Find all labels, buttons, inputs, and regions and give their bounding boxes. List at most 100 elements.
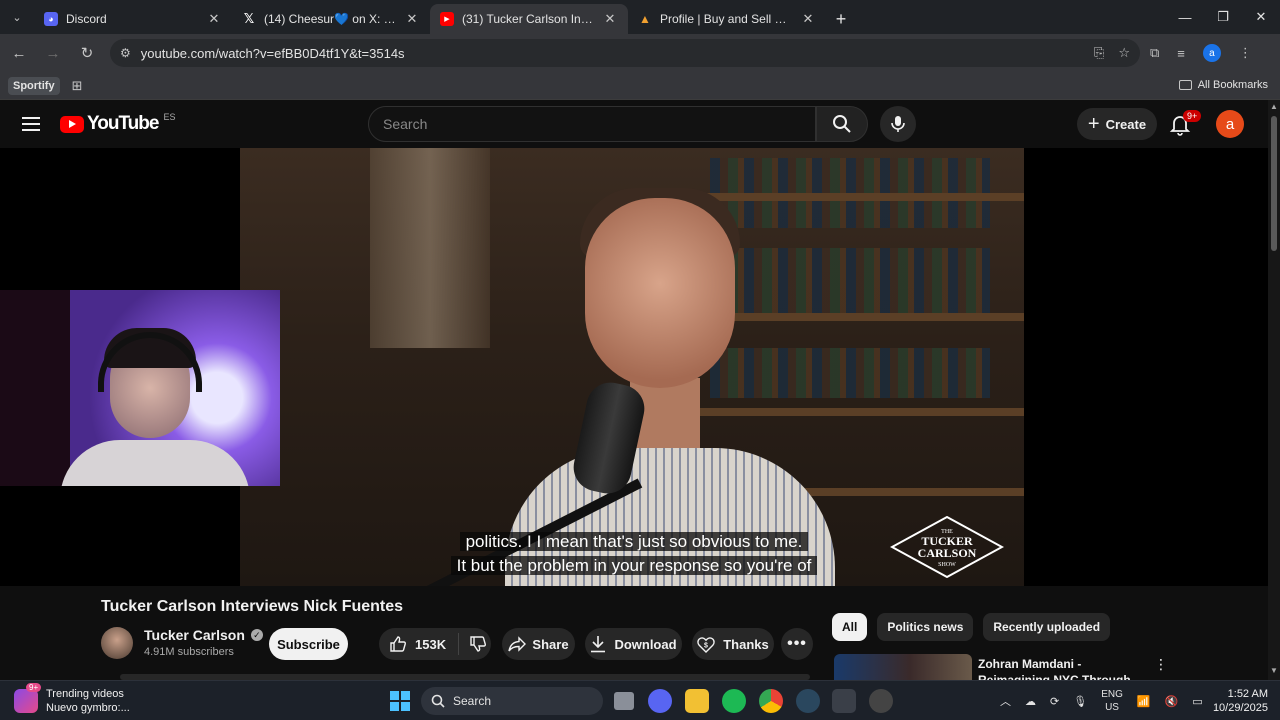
overwolf-icon[interactable]	[869, 689, 893, 713]
page-scrollbar[interactable]: ▲ ▼	[1268, 100, 1280, 680]
search-icon	[431, 694, 445, 708]
close-tab-icon[interactable]: ✕	[404, 11, 420, 27]
like-button[interactable]: 153K	[379, 633, 460, 655]
discord-taskbar-icon[interactable]	[648, 689, 672, 713]
channel-name-label: Tucker Carlson	[144, 627, 245, 643]
subscriber-count: 4.91M subscribers	[144, 646, 234, 658]
input-language[interactable]: ENG US	[1101, 688, 1123, 714]
create-label: Create	[1105, 116, 1147, 132]
all-bookmarks-button[interactable]: All Bookmarks	[1178, 79, 1268, 91]
chip-recently-uploaded[interactable]: Recently uploaded	[983, 613, 1111, 641]
close-window-icon[interactable]: ✕	[1242, 0, 1280, 34]
battery-icon[interactable]: ▭	[1192, 695, 1202, 708]
forward-arrow-icon[interactable]: →	[38, 38, 68, 68]
site-info-icon[interactable]: ⚙	[120, 46, 131, 60]
task-view-icon[interactable]	[614, 692, 634, 710]
media-control-icon[interactable]: ≡	[1177, 46, 1185, 61]
download-button[interactable]: Download	[585, 628, 682, 660]
new-tab-button[interactable]: +	[826, 4, 856, 34]
url-text[interactable]: youtube.com/watch?v=efBB0D4tf1Y&t=3514s	[141, 46, 1080, 61]
tab-title: (14) Cheesur💙 on X: "@ItsCitr	[264, 12, 396, 26]
download-label: Download	[614, 636, 677, 652]
chip-all[interactable]: All	[832, 613, 868, 641]
chip-politics-news[interactable]: Politics news	[877, 613, 974, 641]
minimize-icon[interactable]: —	[1166, 0, 1204, 34]
clock-time: 1:52 AM	[1227, 688, 1268, 700]
tab-search-chevron-icon[interactable]: ⌄	[0, 0, 34, 34]
restore-icon[interactable]: ❐	[1204, 0, 1242, 34]
heart-dollar-icon: $	[697, 636, 715, 653]
recommendation-menu-icon[interactable]: ⋮	[1154, 656, 1168, 673]
tab-x[interactable]: 𝕏 (14) Cheesur💙 on X: "@ItsCitr ✕	[232, 4, 430, 34]
streamer-webcam-overlay	[0, 290, 280, 486]
apps-grid-icon[interactable]: ⊞	[72, 78, 83, 94]
chrome-icon[interactable]	[759, 689, 783, 713]
address-bar[interactable]: ⚙ youtube.com/watch?v=efBB0D4tf1Y&t=3514…	[110, 39, 1140, 67]
wifi-icon[interactable]: 📶	[1137, 695, 1151, 708]
all-bookmarks-label: All Bookmarks	[1197, 79, 1268, 91]
recommendation-chips: All Politics news Recently uploaded	[832, 613, 1111, 641]
recommendation-thumbnail[interactable]	[834, 654, 972, 680]
game-launcher-icon[interactable]	[832, 689, 856, 713]
browser-menu-icon[interactable]: ⋮	[1239, 45, 1252, 61]
widgets-icon: 9+	[14, 683, 42, 713]
account-avatar[interactable]: a	[1216, 110, 1244, 138]
tab-youtube[interactable]: ▶ (31) Tucker Carlson Interviews N ✕	[430, 4, 628, 34]
windows-start-icon[interactable]	[390, 691, 410, 711]
extensions-icon[interactable]: ⧉	[1150, 45, 1159, 61]
scrollbar-thumb[interactable]	[1271, 116, 1277, 251]
profile-avatar[interactable]: a	[1202, 44, 1221, 62]
search-button[interactable]	[816, 106, 868, 142]
close-tab-icon[interactable]: ✕	[800, 11, 816, 27]
tray-expand-chevron-icon[interactable]: ︿	[1000, 693, 1011, 709]
thanks-label: Thanks	[723, 636, 769, 652]
close-tab-icon[interactable]: ✕	[206, 11, 222, 27]
file-explorer-icon[interactable]	[685, 689, 709, 713]
more-actions-button[interactable]: •••	[781, 628, 813, 660]
channel-name[interactable]: Tucker Carlson ✓	[144, 627, 263, 643]
bookmark-star-icon[interactable]: ☆	[1118, 45, 1130, 61]
channel-avatar[interactable]	[101, 627, 133, 659]
scroll-up-arrow-icon[interactable]: ▲	[1270, 102, 1278, 111]
volume-muted-icon[interactable]: 🔇	[1165, 695, 1179, 708]
search-input[interactable]: Search	[368, 106, 816, 142]
verified-check-icon: ✓	[250, 629, 263, 641]
scroll-down-arrow-icon[interactable]: ▼	[1270, 666, 1278, 675]
dislike-button[interactable]	[459, 635, 497, 653]
youtube-logo[interactable]: YouTube ES	[60, 112, 175, 135]
svg-text:$: $	[704, 642, 708, 649]
taskbar-search[interactable]: Search	[421, 687, 603, 715]
install-app-icon[interactable]: ⎘	[1094, 45, 1104, 61]
caption-line-2: It but the problem in your response so y…	[450, 556, 818, 575]
widgets-button[interactable]: 9+ Trending videos Nuevo gymbro:...	[14, 683, 130, 715]
search-icon	[833, 115, 851, 133]
widget-title: Trending videos	[46, 688, 124, 700]
window-controls: — ❐ ✕	[1166, 0, 1280, 34]
steam-icon[interactable]	[796, 689, 820, 713]
thanks-button[interactable]: $ Thanks	[692, 628, 774, 660]
spotify-icon[interactable]	[722, 689, 746, 713]
taskbar-search-label: Search	[453, 694, 492, 708]
video-frame: THE TUCKER CARLSON SHOW	[240, 148, 1024, 586]
tray-microphone-icon[interactable]: 🎙	[1073, 695, 1087, 708]
create-button[interactable]: + Create	[1077, 108, 1157, 140]
clock-date: 10/29/2025	[1212, 702, 1268, 714]
back-arrow-icon[interactable]: ←	[4, 38, 34, 68]
menu-icon[interactable]	[22, 117, 40, 131]
tab-skins[interactable]: ▲ Profile | Buy and Sell Skins CS2 ✕	[628, 4, 826, 34]
like-count: 153K	[415, 636, 447, 652]
tab-discord[interactable]: ◕ Discord ✕	[34, 4, 232, 34]
close-tab-icon[interactable]: ✕	[602, 11, 618, 27]
share-button[interactable]: Share	[502, 628, 575, 660]
sync-icon[interactable]: ⟳	[1050, 695, 1059, 708]
recommendation-title[interactable]: Zohran Mamdani - Reimagining NYC Through…	[978, 656, 1148, 680]
reload-icon[interactable]: ↻	[72, 38, 102, 68]
video-player[interactable]: THE TUCKER CARLSON SHOW politics. I I me…	[0, 148, 1268, 586]
subscribe-button[interactable]: Subscribe	[269, 628, 348, 660]
share-label: Share	[532, 636, 569, 652]
onedrive-cloud-icon[interactable]: ☁	[1025, 695, 1036, 708]
voice-search-button[interactable]	[880, 106, 916, 142]
bookmark-sportify[interactable]: Sportify	[8, 76, 60, 95]
youtube-icon: ▶	[440, 12, 454, 26]
clock[interactable]: 1:52 AM 10/29/2025	[1213, 687, 1268, 715]
